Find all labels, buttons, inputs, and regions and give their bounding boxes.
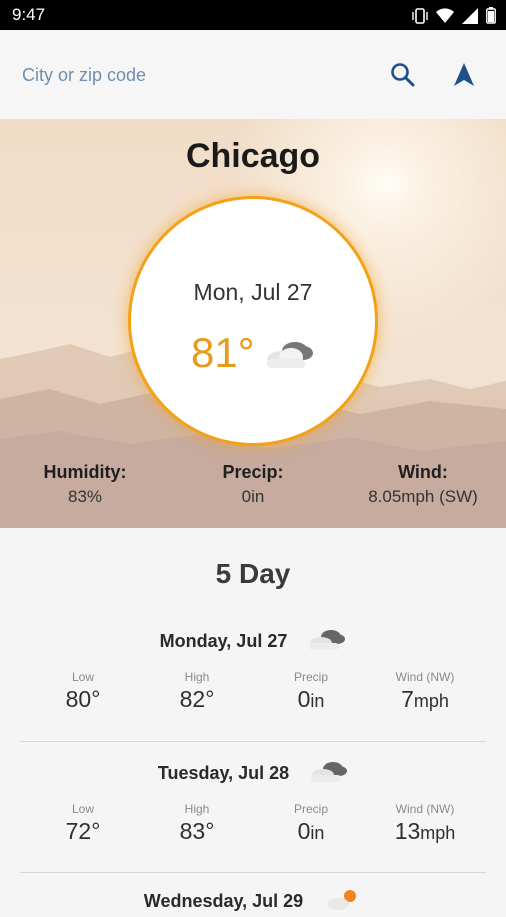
wind-label: Wind (NW) <box>395 802 455 816</box>
forecast-day-header: Monday, Jul 27 <box>0 628 506 657</box>
cloudy-icon <box>306 628 346 657</box>
wind-value: 8.05mph (SW) <box>368 487 478 506</box>
low-value: 80° <box>65 686 101 712</box>
wifi-icon <box>436 7 454 29</box>
forecast-day-header: Wednesday, Jul 29 <box>0 888 506 917</box>
current-location-button[interactable] <box>450 60 478 90</box>
search-header <box>0 30 506 119</box>
precip-label: Precip <box>293 670 328 684</box>
humidity-label: Humidity: <box>43 462 127 482</box>
divider <box>20 741 486 742</box>
wind-column: Wind (NW) 7mph <box>360 670 490 713</box>
current-weather-panel: Chicago Mon, Jul 27 81° Humidity: 83% Pr… <box>0 119 506 528</box>
low-column: Low 72° <box>18 802 148 845</box>
high-value: 83° <box>179 818 215 844</box>
precip-column: Precip 0in <box>246 802 376 845</box>
precip-value: 0in <box>241 487 265 506</box>
vibrate-icon <box>412 7 428 29</box>
search-input[interactable] <box>20 58 344 92</box>
current-temperature: 81° <box>191 329 255 376</box>
search-icon <box>391 63 415 87</box>
wind-stat: Wind: 8.05mph (SW) <box>350 462 496 507</box>
precip-column: Precip 0in <box>246 670 376 713</box>
high-label: High <box>184 670 210 684</box>
wind-label: Wind: <box>398 462 448 482</box>
forecast-title: 5 Day <box>215 558 291 589</box>
current-conditions-circle: Mon, Jul 27 81° <box>131 199 375 443</box>
wind-value: 7mph <box>401 686 449 712</box>
wind-label: Wind (NW) <box>395 670 455 684</box>
high-label: High <box>184 802 210 816</box>
status-bar: 9:47 <box>0 0 506 30</box>
current-date: Mon, Jul 27 <box>193 279 313 305</box>
forecast-day-header: Tuesday, Jul 28 <box>0 760 506 789</box>
cloudy-icon <box>308 760 348 789</box>
search-button[interactable] <box>388 60 418 90</box>
low-label: Low <box>71 670 94 684</box>
high-column: High 83° <box>132 802 262 845</box>
status-icons <box>412 7 496 29</box>
city-name: Chicago <box>185 137 321 175</box>
signal-icon <box>462 7 478 29</box>
wind-column: Wind (NW) 13mph <box>360 802 490 845</box>
high-value: 82° <box>179 686 215 712</box>
wind-value: 13mph <box>394 818 456 844</box>
battery-icon <box>486 7 496 29</box>
precip-value: 0in <box>297 686 325 712</box>
forecast-day-name: Wednesday, Jul 29 <box>143 891 304 912</box>
humidity-stat: Humidity: 83% <box>25 462 145 507</box>
precip-stat: Precip: 0in <box>193 462 313 507</box>
precip-label: Precip <box>293 802 328 816</box>
high-column: High 82° <box>132 670 262 713</box>
status-time: 9:47 <box>12 5 46 24</box>
navigation-arrow-icon <box>454 63 474 86</box>
precip-label: Precip: <box>222 462 284 482</box>
forecast-day-name: Tuesday, Jul 28 <box>157 763 290 784</box>
precip-value: 0in <box>297 818 325 844</box>
low-label: Low <box>71 802 94 816</box>
low-value: 72° <box>65 818 101 844</box>
forecast-day-name: Monday, Jul 27 <box>159 631 288 652</box>
partly-sunny-icon <box>322 888 362 917</box>
divider <box>20 872 486 873</box>
humidity-value: 83% <box>67 487 103 506</box>
cloudy-icon <box>263 339 315 376</box>
current-stats: Humidity: 83% Precip: 0in Wind: 8.05mph … <box>0 462 506 512</box>
low-column: Low 80° <box>18 670 148 713</box>
